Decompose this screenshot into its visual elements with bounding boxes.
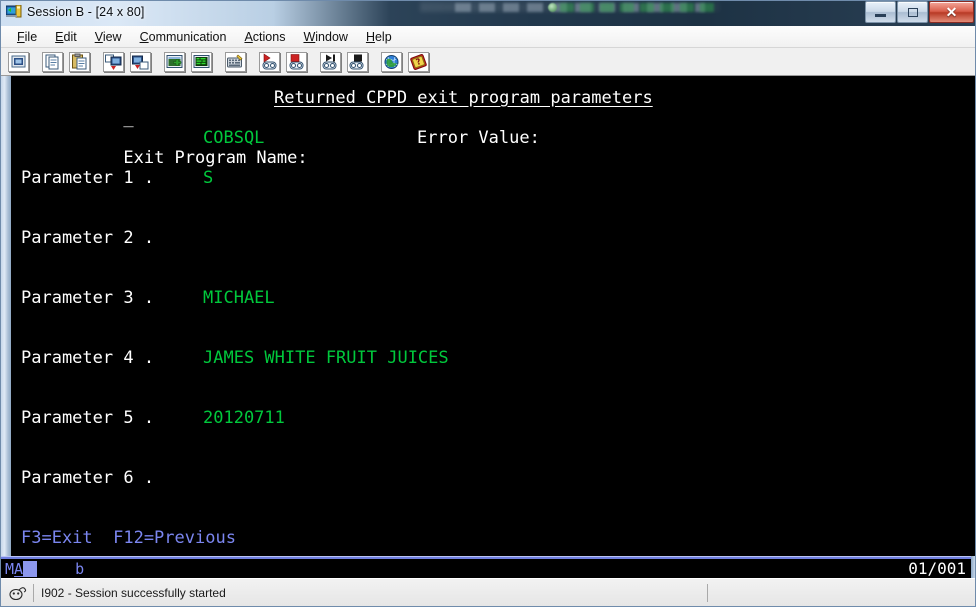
exit-program-label: Exit Program Name: bbox=[123, 148, 308, 168]
terminal-cursor: _ bbox=[123, 108, 134, 128]
stop-playback-icon bbox=[347, 51, 368, 72]
connection-icon bbox=[7, 584, 29, 602]
copy-icon bbox=[42, 51, 63, 72]
status-secondary-pane bbox=[707, 583, 975, 602]
oia-input-inhibited-block bbox=[23, 560, 38, 577]
oia-indicators: MAb bbox=[5, 559, 84, 578]
record-macro-icon bbox=[259, 51, 280, 72]
operator-information-area: MAb 01/001 bbox=[1, 556, 975, 578]
toolbar-separator-4 bbox=[215, 50, 222, 74]
menu-item-edit[interactable]: Edit bbox=[46, 28, 86, 46]
menu-item-actions[interactable]: Actions bbox=[235, 28, 294, 46]
oia-insert-mode-indicator: b bbox=[75, 559, 85, 578]
copy-button[interactable] bbox=[40, 49, 65, 74]
play-macro-icon bbox=[320, 51, 341, 72]
status-message-pane: I902 - Session successfully started bbox=[33, 583, 705, 602]
stop-macro-button[interactable] bbox=[284, 49, 309, 74]
close-button[interactable]: ✕ bbox=[929, 1, 974, 23]
menu-item-communication-rest: ommunication bbox=[148, 29, 227, 44]
display-settings-icon bbox=[8, 51, 29, 72]
stop-macro-icon bbox=[286, 51, 307, 72]
new-session-button[interactable] bbox=[162, 49, 187, 74]
receive-file-button[interactable] bbox=[128, 49, 153, 74]
terminal-left-edge bbox=[1, 76, 11, 576]
terminal-row-exit-program: Exit Program Name: bbox=[21, 128, 307, 168]
close-icon: ✕ bbox=[945, 4, 958, 20]
menu-item-edit-rest: dit bbox=[63, 29, 77, 44]
session-window-icon bbox=[6, 4, 22, 20]
help-button[interactable]: ? bbox=[406, 49, 431, 74]
maximize-icon bbox=[907, 7, 918, 17]
menu-item-help[interactable]: Help bbox=[357, 28, 401, 46]
internet-button[interactable] bbox=[379, 49, 404, 74]
send-file-button[interactable] bbox=[101, 49, 126, 74]
toolbar-separator-3 bbox=[154, 50, 161, 74]
toolbar: ? bbox=[1, 48, 975, 76]
error-value-label: Error Value: bbox=[417, 128, 540, 148]
toolbar-separator-2 bbox=[93, 50, 100, 74]
terminal-screen-title: Returned CPPD exit program parameters bbox=[274, 88, 653, 108]
toolbar-separator-6 bbox=[310, 50, 317, 74]
parameter-2-label: Parameter 2 . bbox=[21, 228, 155, 248]
parameter-5-value[interactable]: 20120711 bbox=[203, 408, 285, 428]
oia-divider-highlight bbox=[1, 556, 975, 557]
oia-attention-indicator: A bbox=[14, 559, 24, 578]
titlebar[interactable]: Session B - [24 x 80] ✕ bbox=[0, 0, 976, 24]
window-controls: ✕ bbox=[864, 0, 974, 23]
send-file-icon bbox=[103, 51, 124, 72]
play-macro-button[interactable] bbox=[318, 49, 343, 74]
menu-item-file-rest: ile bbox=[24, 29, 38, 44]
menu-item-communication[interactable]: Communication bbox=[131, 28, 236, 46]
record-macro-button[interactable] bbox=[257, 49, 282, 74]
terminal-row-1: _ bbox=[21, 88, 133, 128]
status-bar: I902 - Session successfully started bbox=[1, 578, 975, 606]
toolbar-separator-7 bbox=[371, 50, 378, 74]
oia-right-edge bbox=[971, 556, 975, 578]
minimize-button[interactable] bbox=[865, 1, 896, 23]
parameter-1-value[interactable]: S bbox=[203, 168, 213, 188]
new-session-icon bbox=[164, 51, 185, 72]
parameter-3-value[interactable]: MICHAEL bbox=[203, 288, 275, 308]
terminal-screen[interactable]: _ Returned CPPD exit program parameters … bbox=[11, 76, 975, 576]
exit-program-value[interactable]: COBSQL bbox=[203, 128, 264, 148]
parameter-3-label: Parameter 3 . bbox=[21, 288, 155, 308]
display-settings-button[interactable] bbox=[6, 49, 31, 74]
menu-item-actions-rest: ctions bbox=[252, 29, 286, 44]
internet-icon bbox=[381, 51, 402, 72]
status-message: I902 - Session successfully started bbox=[41, 585, 226, 600]
stop-playback-button[interactable] bbox=[345, 49, 370, 74]
parameter-4-label: Parameter 4 . bbox=[21, 348, 155, 368]
oia-system-indicator: M bbox=[5, 559, 15, 578]
maximize-button[interactable] bbox=[897, 1, 928, 23]
paste-icon bbox=[69, 51, 90, 72]
menu-item-window-rest: indow bbox=[315, 29, 348, 44]
window-frame: Session B - [24 x 80] ✕ File Edit View C… bbox=[0, 0, 976, 607]
parameter-5-label: Parameter 5 . bbox=[21, 408, 155, 428]
application-window: Session B - [24 x 80] ✕ File Edit View C… bbox=[0, 0, 976, 607]
help-book-icon: ? bbox=[408, 51, 429, 72]
oia-divider bbox=[1, 556, 975, 559]
minimize-icon bbox=[875, 13, 886, 17]
oia-cursor-position: 01/001 bbox=[908, 559, 966, 578]
menu-item-view-rest: iew bbox=[102, 29, 122, 44]
keyboard-remap-button[interactable] bbox=[223, 49, 248, 74]
session-list-icon bbox=[191, 51, 212, 72]
terminal-area: _ Returned CPPD exit program parameters … bbox=[1, 76, 975, 576]
keyboard-remap-icon bbox=[225, 51, 246, 72]
function-key-legend: F3=Exit F12=Previous bbox=[21, 528, 236, 548]
toolbar-separator-5 bbox=[249, 50, 256, 74]
paste-button[interactable] bbox=[67, 49, 92, 74]
menu-item-file[interactable]: File bbox=[8, 28, 46, 46]
receive-file-icon bbox=[130, 51, 151, 72]
menu-item-help-rest: elp bbox=[374, 29, 392, 44]
menubar: File Edit View Communication Actions Win… bbox=[1, 26, 975, 48]
toolbar-separator-1 bbox=[32, 50, 39, 74]
menu-item-view[interactable]: View bbox=[86, 28, 131, 46]
parameter-1-label: Parameter 1 . bbox=[21, 168, 155, 188]
session-list-button[interactable] bbox=[189, 49, 214, 74]
parameter-4-value[interactable]: JAMES WHITE FRUIT JUICES bbox=[203, 348, 449, 368]
menu-item-window[interactable]: Window bbox=[294, 28, 356, 46]
parameter-6-label: Parameter 6 . bbox=[21, 468, 155, 488]
window-title: Session B - [24 x 80] bbox=[27, 5, 145, 19]
